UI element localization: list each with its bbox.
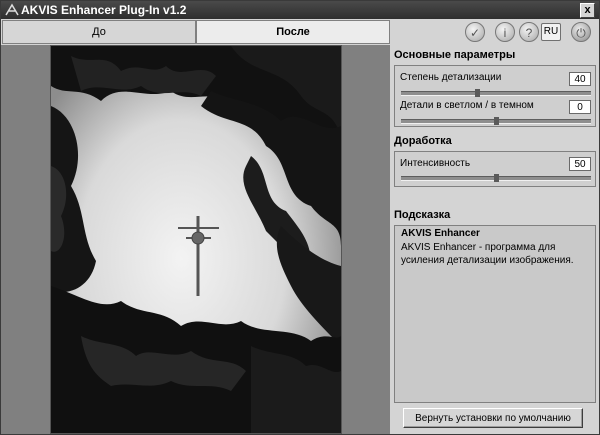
- preview-image[interactable]: [50, 45, 342, 434]
- akvis-logo-icon: [5, 3, 19, 16]
- section-refine-title: Доработка: [394, 135, 452, 147]
- power-icon[interactable]: ⏻: [571, 22, 591, 42]
- intensity-value[interactable]: 50: [569, 157, 591, 171]
- settings-panel: Основные параметры Степень детализации 4…: [391, 45, 599, 434]
- detail-level-slider[interactable]: [401, 89, 591, 97]
- help-icon[interactable]: ?: [519, 22, 539, 42]
- toolbar: ✓ i ? RU ⏻: [391, 20, 599, 44]
- intensity-label: Интенсивность: [400, 158, 471, 169]
- hint-text: AKVIS Enhancer - программа для усиления …: [401, 242, 574, 266]
- refine-group: Интенсивность 50: [394, 151, 596, 187]
- title-bar: AKVIS Enhancer Plug-In v1.2 x: [1, 1, 599, 19]
- view-tabs: До После: [1, 20, 390, 44]
- section-hint-title: Подсказка: [394, 209, 451, 221]
- window-title: AKVIS Enhancer Plug-In v1.2: [21, 3, 187, 17]
- image-canvas: [1, 45, 390, 434]
- apply-check-icon[interactable]: ✓: [465, 22, 485, 42]
- hint-box: AKVIS Enhancer AKVIS Enhancer - программ…: [394, 225, 596, 403]
- detail-level-label: Степень детализации: [400, 72, 502, 83]
- intensity-slider[interactable]: [401, 174, 591, 182]
- basic-params-group: Степень детализации 40 Детали в светлом …: [394, 65, 596, 127]
- hint-heading: AKVIS Enhancer: [401, 228, 480, 239]
- close-button[interactable]: x: [580, 3, 595, 18]
- detail-level-thumb[interactable]: [475, 89, 480, 97]
- light-dark-label: Детали в светлом / в темном: [400, 100, 534, 111]
- section-basic-title: Основные параметры: [394, 49, 516, 61]
- info-icon[interactable]: i: [495, 22, 515, 42]
- light-dark-value[interactable]: 0: [569, 100, 591, 114]
- light-dark-slider[interactable]: [401, 117, 591, 125]
- tab-before[interactable]: До: [2, 20, 196, 44]
- plugin-window: AKVIS Enhancer Plug-In v1.2 x До После ✓…: [0, 0, 600, 435]
- tab-after[interactable]: После: [196, 20, 390, 44]
- language-button[interactable]: RU: [541, 23, 561, 41]
- detail-level-value[interactable]: 40: [569, 72, 591, 86]
- reset-defaults-button[interactable]: Вернуть установки по умолчанию: [403, 408, 583, 428]
- intensity-thumb[interactable]: [494, 174, 499, 182]
- light-dark-thumb[interactable]: [494, 117, 499, 125]
